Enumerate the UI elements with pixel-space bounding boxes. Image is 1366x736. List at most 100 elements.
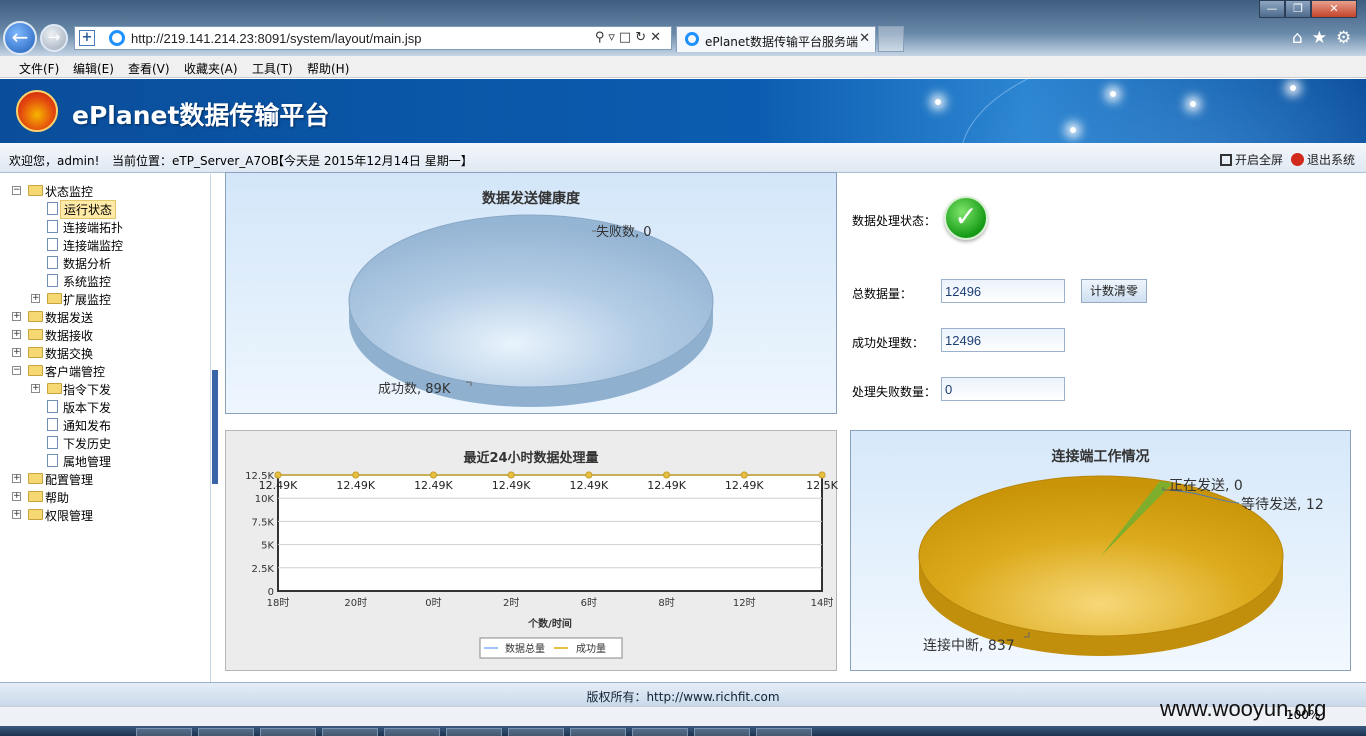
tab-ie-icon: [685, 32, 699, 46]
data-label: 12.5K: [806, 479, 838, 492]
data-point[interactable]: [274, 471, 282, 479]
expand-icon[interactable]: +: [12, 492, 21, 501]
tree-label: 帮助: [45, 491, 70, 505]
taskbar-item[interactable]: [198, 728, 254, 736]
y-tick-label: 10K: [255, 494, 275, 505]
tree-label: 数据分析: [63, 257, 112, 271]
app-banner: ePlanet数据传输平台: [0, 79, 1366, 143]
taskbar-item[interactable]: [446, 728, 502, 736]
expand-icon[interactable]: +: [12, 474, 21, 483]
tab-title: ePlanet数据传输平台服务端: [705, 35, 859, 49]
taskbar-item[interactable]: [384, 728, 440, 736]
menu-edit[interactable]: 编辑(E): [73, 60, 114, 77]
expand-icon[interactable]: +: [12, 312, 21, 321]
folder-icon: [28, 473, 43, 484]
taskbar-item[interactable]: [322, 728, 378, 736]
menu-tools[interactable]: 工具(T): [252, 60, 293, 77]
data-point[interactable]: [507, 471, 515, 479]
data-label: 12.49K: [569, 479, 608, 492]
new-tab-button[interactable]: [878, 26, 904, 52]
legend-total[interactable]: 数据总量: [505, 642, 545, 655]
expand-icon[interactable]: +: [31, 294, 40, 303]
compat-icon[interactable]: +: [79, 30, 95, 46]
taskbar-item[interactable]: [756, 728, 812, 736]
tree-label: 连接端拓扑: [63, 221, 124, 235]
expand-icon[interactable]: +: [12, 510, 21, 519]
folder-icon: [28, 491, 43, 502]
taskbar-item[interactable]: [508, 728, 564, 736]
address-bar[interactable]: + http://219.141.214.23:8091/system/layo…: [74, 26, 672, 50]
back-icon[interactable]: ←: [3, 21, 37, 55]
sidebar-splitter-handle[interactable]: [212, 370, 218, 484]
taskbar-item[interactable]: [694, 728, 750, 736]
data-point[interactable]: [740, 471, 748, 479]
menu-bar: 文件(F) 编辑(E) 查看(V) 收藏夹(A) 工具(T) 帮助(H): [0, 56, 1366, 78]
data-label: 12.49K: [492, 479, 531, 492]
collapse-icon[interactable]: −: [12, 186, 21, 195]
data-point[interactable]: [585, 471, 593, 479]
total-label: 总数据量：: [852, 287, 913, 301]
tab-close-icon[interactable]: ✕: [859, 31, 870, 46]
address-tools-icon[interactable]: ⚲▿□↻✕: [595, 30, 665, 45]
x-tick-label: 2时: [503, 597, 519, 609]
health-pie-chart: [348, 214, 714, 407]
globe-decoration: [960, 79, 1366, 143]
tree-label: 配置管理: [45, 473, 94, 487]
close-window-icon[interactable]: ✕: [1311, 0, 1357, 18]
data-point[interactable]: [818, 471, 826, 479]
file-icon: [47, 454, 58, 467]
trend-chart-panel: 最近24小时数据处理量 0 2.5K 5K 7.5K 10K 12.5K 18时 20时 0时…: [225, 430, 838, 671]
folder-icon: [28, 509, 43, 520]
zoom-level[interactable]: 100%: [1286, 708, 1320, 722]
logout-button[interactable]: 退出系统: [1291, 151, 1355, 168]
fullscreen-button[interactable]: 开启全屏: [1220, 151, 1283, 168]
fail-count-field[interactable]: 0: [941, 377, 1065, 401]
x-axis-label: 个数/时间: [527, 617, 572, 630]
expand-icon[interactable]: +: [12, 330, 21, 339]
file-icon: [47, 418, 58, 431]
tree-label: 数据发送: [45, 311, 94, 325]
minimize-icon[interactable]: —: [1259, 0, 1285, 18]
tree-label: 权限管理: [45, 509, 94, 523]
pie-slice-success[interactable]: [348, 214, 714, 388]
sidebar-tree: − 状态监控 运行状态 连接端拓扑 连接端监控 数据分析 系统监控 + 扩展监控 +…: [0, 174, 211, 682]
window-controls: — ❐ ✕: [1259, 0, 1359, 18]
data-label: 12.49K: [647, 479, 686, 492]
folder-icon: [47, 293, 62, 304]
app-title: ePlanet数据传输平台: [72, 101, 330, 130]
menu-file[interactable]: 文件(F): [19, 60, 59, 77]
menu-favorites[interactable]: 收藏夹(A): [184, 60, 238, 77]
collapse-icon[interactable]: −: [12, 366, 21, 375]
taskbar-item[interactable]: [632, 728, 688, 736]
taskbar-item[interactable]: [260, 728, 316, 736]
taskbar-item[interactable]: [570, 728, 626, 736]
data-label: 12.49K: [725, 479, 764, 492]
x-tick-label: 20时: [344, 597, 367, 609]
y-tick-label: 2.5K: [252, 564, 275, 575]
y-tick-label: 7.5K: [252, 517, 275, 528]
maximize-icon[interactable]: ❐: [1285, 0, 1311, 18]
menu-help[interactable]: 帮助(H): [307, 60, 349, 77]
forward-icon[interactable]: →: [40, 24, 68, 52]
petrochina-logo-icon: [16, 90, 58, 132]
browser-tab[interactable]: ePlanet数据传输平台服务端 ✕: [676, 26, 876, 52]
home-fav-tools-icons[interactable]: ⌂★⚙: [1292, 28, 1360, 48]
total-count-field[interactable]: 12496: [941, 279, 1065, 303]
menu-view[interactable]: 查看(V): [128, 60, 170, 77]
data-point[interactable]: [352, 471, 360, 479]
taskbar-item[interactable]: [136, 728, 192, 736]
star-decoration: [1290, 85, 1296, 91]
expand-icon[interactable]: +: [31, 384, 40, 393]
logout-label: 退出系统: [1307, 153, 1356, 167]
pie-label-sending: 正在发送, 0: [1169, 478, 1243, 494]
legend-success[interactable]: 成功量: [576, 643, 606, 655]
data-point[interactable]: [663, 471, 671, 479]
success-count-field[interactable]: 12496: [941, 328, 1065, 352]
file-icon: [47, 256, 58, 269]
file-icon: [47, 436, 58, 449]
address-url[interactable]: http://219.141.214.23:8091/system/layout…: [131, 31, 422, 46]
folder-icon: [47, 383, 62, 394]
expand-icon[interactable]: +: [12, 348, 21, 357]
data-point[interactable]: [429, 471, 437, 479]
reset-count-button[interactable]: 计数清零: [1081, 279, 1147, 303]
